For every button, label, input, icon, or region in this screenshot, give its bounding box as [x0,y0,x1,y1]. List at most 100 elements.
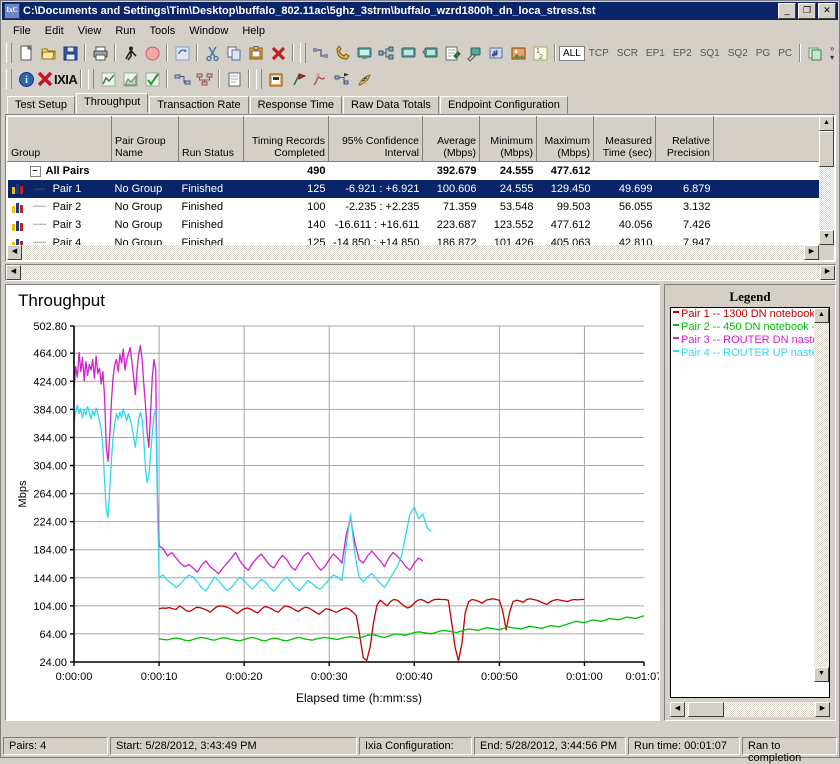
checkered-flag-icon[interactable] [353,68,375,90]
music-icon[interactable] [485,42,507,64]
legend-item-pair-1[interactable]: Pair 1 -- 1300 DN notebook - [671,308,829,321]
toolbar-grip[interactable] [256,69,263,89]
monitor3-icon[interactable] [419,42,441,64]
toolbar-overflow-chevron-icon[interactable]: » ▾ [826,44,838,62]
legend-scroll-up-arrow-icon[interactable]: ▲ [814,308,829,323]
paint-icon[interactable] [463,42,485,64]
legend-scroll-down-arrow-icon[interactable]: ▼ [814,667,829,682]
copy-pages-icon[interactable] [804,42,826,64]
menu-item-view[interactable]: View [71,23,109,39]
run-icon[interactable] [119,42,141,64]
protocol-filter-all[interactable]: ALL [559,45,585,61]
network-flag-icon[interactable] [331,68,353,90]
col-average[interactable]: Average (Mbps) [422,116,480,162]
maximize-button[interactable]: ❐ [798,3,816,19]
cut-icon[interactable] [201,42,223,64]
col-group[interactable]: Group [7,116,112,162]
report-icon[interactable] [223,68,245,90]
menu-item-tools[interactable]: Tools [143,23,183,39]
save-icon[interactable] [59,42,81,64]
protocol-filter-scr[interactable]: SCR [613,46,642,61]
panel-scroll-left-arrow-icon[interactable]: ◀ [6,265,21,280]
numbering-icon[interactable]: 12 [529,42,551,64]
panel-horizontal-scrollbar[interactable]: ◀ ▶ [5,264,836,281]
menu-item-window[interactable]: Window [182,23,235,39]
refresh-icon[interactable] [171,42,193,64]
chart-area-icon[interactable] [119,68,141,90]
table-row[interactable]: ┈┈ Pair 3 No Group Finished 140 -16.611 :… [8,216,820,234]
scroll-right-arrow-icon[interactable]: ▶ [804,245,819,260]
runner-flag-icon[interactable] [309,68,331,90]
image-icon[interactable] [507,42,529,64]
col-confidence-interval[interactable]: 95% Confidence Interval [328,116,423,162]
legend-vscroll-track[interactable] [814,308,829,682]
menu-item-help[interactable]: Help [235,23,272,39]
edit-note-icon[interactable] [441,42,463,64]
protocol-filter-tcp[interactable]: TCP [585,46,613,61]
close-button[interactable]: ✕ [818,3,836,19]
toolbar-grip[interactable] [6,69,12,89]
legend-hscroll-thumb[interactable] [688,702,724,717]
paste-icon[interactable] [245,42,267,64]
tab-response-time[interactable]: Response Time [249,96,343,114]
legend-item-pair-4[interactable]: Pair 4 -- ROUTER UP nastest [671,347,829,360]
protocol-filter-sq2[interactable]: SQ2 [724,46,752,61]
grid-vscroll-thumb[interactable] [819,131,834,167]
legend-scroll-left-arrow-icon[interactable]: ◀ [670,702,685,717]
scroll-left-arrow-icon[interactable]: ◀ [7,245,22,260]
new-document-icon[interactable] [15,42,37,64]
toolbar-grip[interactable] [88,69,95,89]
legend-vertical-scrollbar[interactable]: ▲ ▼ [814,308,829,682]
tab-endpoint-configuration[interactable]: Endpoint Configuration [439,96,568,114]
chart-check-icon[interactable] [141,68,163,90]
delete-icon[interactable] [267,42,289,64]
legend-horizontal-scrollbar[interactable]: ◀ ▶ [670,702,830,717]
tab-raw-data-totals[interactable]: Raw Data Totals [343,96,439,114]
grid-hscroll-track[interactable] [7,245,819,260]
col-pair-group-name[interactable]: Pair Group Name [111,116,179,162]
collapse-icon[interactable]: – [29,165,41,177]
table-row-all-pairs[interactable]: – All Pairs 490 392.679 24.555 477.612 [8,162,820,181]
tab-throughput[interactable]: Throughput [75,93,149,113]
col-maximum[interactable]: Maximum (Mbps) [536,116,594,162]
call-icon[interactable] [331,42,353,64]
protocol-filter-ep2[interactable]: EP2 [669,46,696,61]
table-row[interactable]: — Pair 1 No Group Finished 125 -6.921 : +… [7,180,820,198]
network-icon[interactable] [375,42,397,64]
open-folder-icon[interactable] [37,42,59,64]
throughput-plot[interactable]: 24.00 64.00 104.00 144.00 184.00 224.00 264.00… [6,285,659,720]
col-relative-precision[interactable]: Relative Precision [655,116,714,162]
protocol-filter-ep1[interactable]: EP1 [642,46,669,61]
col-timing-records[interactable]: Timing Records Completed [243,116,329,162]
grid-vertical-scrollbar[interactable]: ▲ ▼ [819,116,834,245]
legend-item-pair-2[interactable]: Pair 2 -- 450 DN notebook - x [671,321,829,334]
col-minimum[interactable]: Minimum (Mbps) [479,116,537,162]
toolbar-grip[interactable] [300,43,306,63]
tab-test-setup[interactable]: Test Setup [7,96,75,114]
copy-icon[interactable] [223,42,245,64]
panel-hscroll-track[interactable] [21,265,820,280]
pairs-group-icon[interactable] [193,68,215,90]
protocol-filter-sq1[interactable]: SQ1 [696,46,724,61]
stop-icon[interactable] [141,42,163,64]
monitor-icon[interactable] [353,42,375,64]
table-row[interactable]: ┈┈ Pair 2 No Group Finished 100 -2.235 : … [8,198,820,216]
toolbar-grip[interactable] [6,43,12,63]
info-icon[interactable]: i [15,68,37,90]
clipboard-flag-icon[interactable] [265,68,287,90]
col-run-status[interactable]: Run Status [178,116,244,162]
minimize-button[interactable]: _ [778,3,796,19]
pin-flag-icon[interactable] [287,68,309,90]
print-icon[interactable] [89,42,111,64]
monitor2-icon[interactable] [397,42,419,64]
legend-scroll-right-arrow-icon[interactable]: ▶ [815,702,830,717]
panel-scroll-right-arrow-icon[interactable]: ▶ [820,265,835,280]
menu-item-edit[interactable]: Edit [38,23,71,39]
protocol-filter-pg[interactable]: PG [752,46,774,61]
col-measured-time[interactable]: Measured Time (sec) [593,116,656,162]
menu-item-file[interactable]: File [6,23,38,39]
scroll-up-arrow-icon[interactable]: ▲ [819,116,834,131]
grid-horizontal-scrollbar[interactable]: ◀ ▶ [7,245,819,260]
scroll-down-arrow-icon[interactable]: ▼ [819,230,834,245]
pairs-icon[interactable] [171,68,193,90]
